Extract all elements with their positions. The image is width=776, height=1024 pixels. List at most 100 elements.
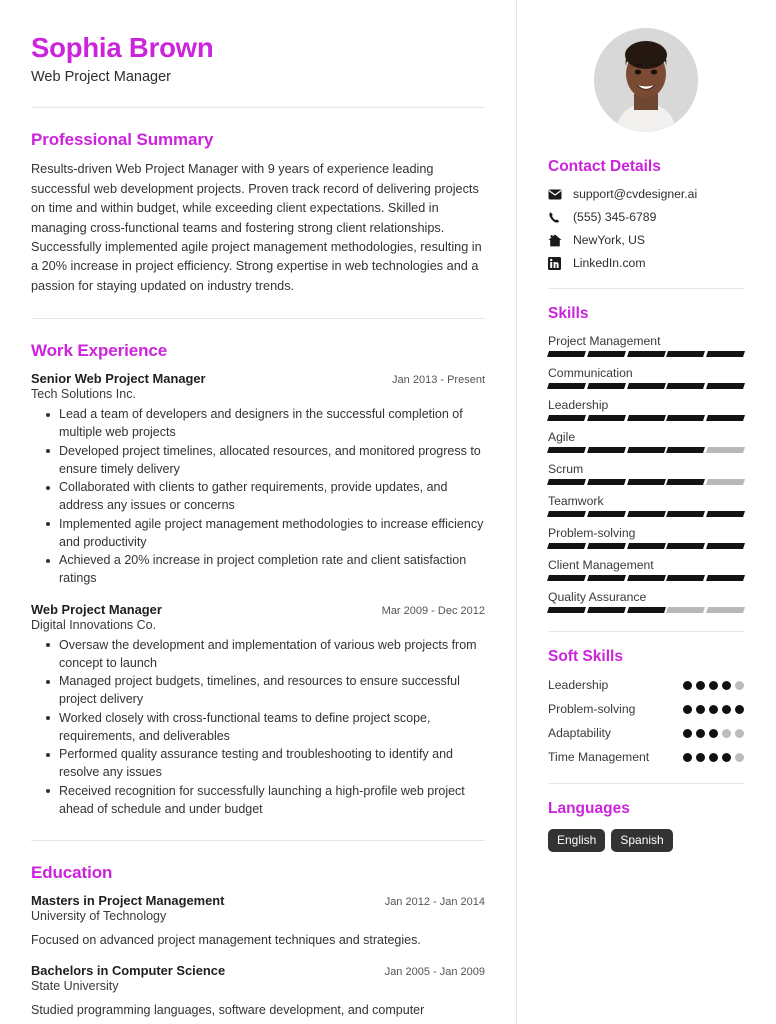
section-education: Education Masters in Project Management … (31, 863, 485, 1020)
contact-item-email[interactable]: support@cvdesigner.ai (548, 187, 744, 201)
skill-bar-segment (626, 607, 666, 613)
skill-bar-segment (586, 543, 626, 549)
summary-text: Results-driven Web Project Manager with … (31, 162, 482, 293)
skill-name: Teamwork (548, 494, 604, 508)
section-title-contact: Contact Details (548, 158, 661, 175)
contact-item-location[interactable]: NewYork, US (548, 233, 744, 247)
sidebar-column: Contact Details support@cvdesigner.ai (5… (517, 0, 776, 1024)
education-degree: Bachelors in Computer Science (31, 963, 226, 979)
rating-dot (683, 753, 692, 763)
skill-row: Agile (547, 430, 745, 453)
section-skills: Skills Project Management Communication Le… (547, 305, 745, 613)
section-soft-skills: Soft Skills Leadership Problem-solving Ada… (548, 648, 744, 765)
skill-bar-segment (547, 351, 586, 357)
contact-item-linkedin[interactable]: LinkedIn.com (548, 256, 744, 270)
education-header: Masters in Project Management Jan 2012 -… (31, 893, 485, 908)
education-description: Studied programming languages, software … (31, 1003, 425, 1018)
job-dates: Jan 2013 - Present (392, 374, 485, 387)
job-role: Web Project Manager (31, 601, 162, 617)
skill-bar-segment (666, 575, 706, 581)
job-company: Tech Solutions Inc. (31, 387, 136, 402)
skill-bar-segment (706, 543, 745, 549)
home-icon (548, 234, 565, 247)
avatar-photo (594, 28, 698, 132)
job-dates: Mar 2009 - Dec 2012 (381, 604, 485, 617)
job-bullets: Oversaw the development and implementati… (31, 637, 485, 819)
skill-bar-segment (586, 383, 626, 389)
skill-name: Leadership (548, 398, 609, 412)
education-entry: Bachelors in Computer Science Jan 2005 -… (31, 963, 485, 1020)
skill-row: Project Management (547, 334, 745, 357)
job-bullet: Implemented agile project management met… (46, 516, 485, 552)
education-header: Bachelors in Computer Science Jan 2005 -… (31, 963, 485, 978)
skill-bar-segment (666, 351, 706, 357)
section-languages: Languages English Spanish (548, 800, 744, 853)
skill-bar-segment (547, 479, 586, 485)
rating-dot (696, 681, 705, 690)
rating-dot (696, 753, 705, 763)
envelope-icon (548, 189, 565, 200)
education-description: Focused on advanced project management t… (31, 933, 421, 948)
skill-bar-segment (626, 351, 666, 357)
skill-level-bar (547, 511, 745, 517)
skill-bar-segment (626, 447, 666, 453)
skill-bar-segment (586, 351, 626, 357)
job-bullets: Lead a team of developers and designers … (31, 406, 485, 588)
rating-dot (709, 705, 718, 715)
skill-bar-segment (586, 479, 626, 485)
section-work-experience: Work Experience Senior Web Project Manag… (31, 341, 485, 818)
skill-bar-segment (547, 607, 586, 613)
skill-bar-segment (706, 575, 745, 581)
skill-bar-segment (547, 575, 586, 581)
rating-dot (683, 729, 692, 739)
soft-skill-rating (683, 725, 744, 739)
skill-name: Quality Assurance (548, 590, 647, 604)
candidate-name: Sophia Brown (31, 32, 214, 63)
skill-bar-segment (626, 479, 666, 485)
skill-name: Problem-solving (548, 526, 636, 540)
skill-bar-segment (666, 511, 706, 517)
skill-bar-segment (666, 607, 706, 613)
skill-level-bar (547, 415, 745, 421)
job-bullet: Oversaw the development and implementati… (46, 637, 485, 673)
education-degree: Masters in Project Management (31, 893, 225, 909)
rating-dot (696, 705, 705, 715)
job-header: Senior Web Project Manager Jan 2013 - Pr… (31, 371, 485, 386)
skill-bar-segment (666, 415, 706, 421)
rating-dot (696, 729, 705, 739)
skill-level-bar (547, 447, 745, 453)
skill-bar-segment (626, 543, 666, 549)
rating-dot (735, 681, 744, 690)
section-title-soft-skills: Soft Skills (548, 648, 623, 665)
skill-bar-segment (666, 383, 706, 389)
job-role: Senior Web Project Manager (31, 371, 206, 387)
section-title-work: Work Experience (31, 341, 168, 361)
education-dates: Jan 2005 - Jan 2009 (384, 966, 485, 979)
skill-name: Client Management (548, 558, 654, 572)
candidate-job-title: Web Project Manager (31, 69, 171, 86)
avatar-wrapper (548, 28, 744, 132)
contact-item-phone[interactable]: (555) 345-6789 (548, 210, 744, 224)
rating-dot (683, 681, 692, 690)
skill-bar-segment (706, 351, 745, 357)
skill-level-bar (547, 479, 745, 485)
linkedin-icon (548, 256, 565, 270)
skill-name: Scrum (548, 462, 584, 476)
rating-dot (683, 705, 692, 715)
skill-level-bar (547, 575, 745, 581)
contact-linkedin-value: LinkedIn.com (573, 256, 646, 270)
skill-level-bar (547, 351, 745, 357)
skill-row: Quality Assurance (547, 590, 745, 613)
header-block: Sophia Brown Web Project Manager (31, 32, 485, 85)
languages-list: English Spanish (548, 829, 744, 853)
job-bullet: Received recognition for successfully la… (46, 783, 485, 819)
education-dates: Jan 2012 - Jan 2014 (384, 896, 485, 909)
skill-bar-segment (706, 383, 745, 389)
rating-dot (709, 753, 718, 763)
rating-dot (722, 705, 731, 715)
section-contact-details: Contact Details support@cvdesigner.ai (5… (548, 158, 744, 270)
education-school: University of Technology (31, 909, 167, 924)
job-bullet: Performed quality assurance testing and … (46, 746, 485, 782)
skill-bar-segment (586, 575, 626, 581)
soft-skill-row: Leadership (548, 677, 744, 693)
